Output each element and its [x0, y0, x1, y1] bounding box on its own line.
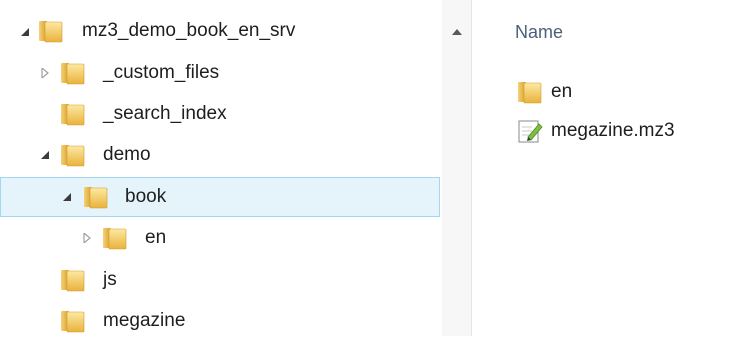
tree-item-en[interactable]: en	[0, 218, 442, 258]
tree-item-label: _custom_files	[103, 62, 220, 83]
folder-icon	[38, 19, 64, 43]
tree-item-custom-files[interactable]: _custom_files	[0, 53, 442, 93]
tree-item-label: book	[125, 186, 167, 207]
folder-icon	[102, 226, 128, 250]
tree-item-label: demo	[103, 144, 151, 165]
tree-item-book[interactable]: book	[0, 177, 440, 217]
tree-item-label: _search_index	[103, 103, 227, 124]
expanded-arrow-icon[interactable]	[20, 27, 30, 37]
folder-icon	[517, 79, 543, 105]
folder-icon	[60, 143, 86, 167]
folder-icon	[60, 61, 86, 85]
file-edit-icon	[517, 118, 543, 144]
file-name: megazine.mz3	[551, 120, 675, 141]
file-row-megazine-mz3[interactable]: megazine.mz3	[517, 116, 675, 146]
tree-item-js[interactable]: js	[0, 260, 442, 300]
folder-icon	[83, 185, 109, 209]
folder-icon	[60, 102, 86, 126]
tree-item-label: megazine	[103, 310, 186, 331]
scroll-up-arrow-icon[interactable]	[451, 24, 463, 35]
expanded-arrow-icon[interactable]	[62, 192, 72, 202]
collapsed-arrow-icon[interactable]	[82, 233, 92, 243]
navigation-tree: mz3_demo_book_en_srv _custom_files _sear…	[0, 0, 442, 336]
tree-item-mz3-demo-book-en-srv[interactable]: mz3_demo_book_en_srv	[0, 12, 442, 52]
tree-item-search-index[interactable]: _search_index	[0, 94, 442, 134]
folder-icon	[60, 309, 86, 333]
file-row-en[interactable]: en	[517, 77, 572, 107]
collapsed-arrow-icon[interactable]	[40, 68, 50, 78]
folder-icon	[60, 268, 86, 292]
tree-item-label: en	[145, 227, 167, 248]
tree-item-label: js	[103, 269, 117, 290]
name-column-header[interactable]: Name	[515, 22, 563, 43]
expanded-arrow-icon[interactable]	[40, 150, 50, 160]
file-list-pane: Name en megazine.mz3	[473, 0, 744, 336]
file-name: en	[551, 81, 573, 102]
tree-item-label: mz3_demo_book_en_srv	[82, 20, 296, 41]
vertical-scrollbar[interactable]	[442, 0, 472, 336]
tree-item-demo[interactable]: demo	[0, 135, 442, 175]
tree-item-megazine[interactable]: megazine	[0, 301, 442, 341]
